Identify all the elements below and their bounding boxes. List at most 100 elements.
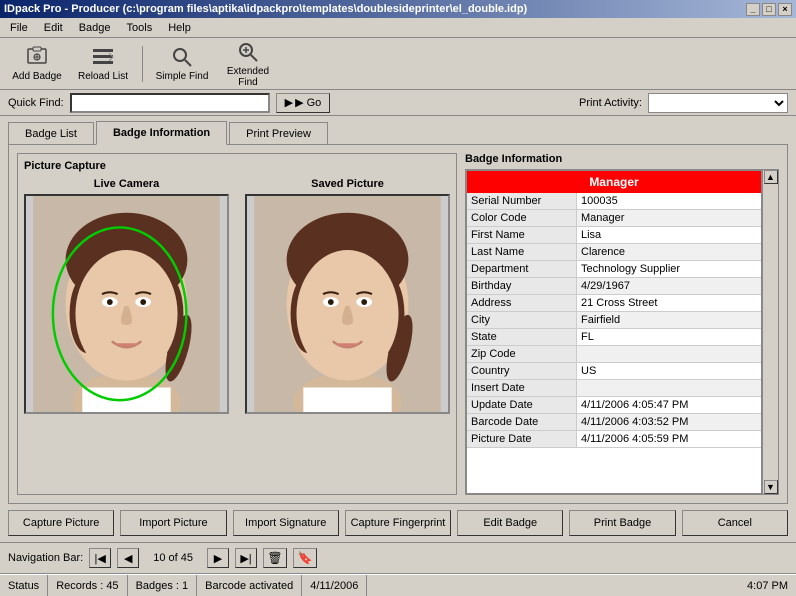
badge-table-row: First Name Lisa	[467, 227, 761, 244]
edit-badge-button[interactable]: Edit Badge	[457, 510, 563, 536]
badge-table-row: City Fairfield	[467, 312, 761, 329]
menu-tools[interactable]: Tools	[121, 20, 159, 36]
quickfind-label: Quick Find:	[8, 97, 64, 109]
status-segment-badges: Badges : 1	[128, 575, 198, 596]
status-segment-records: Records : 45	[48, 575, 127, 596]
badge-cell-label: Department	[467, 261, 577, 277]
nav-bar-label: Navigation Bar:	[8, 552, 83, 564]
badge-cell-label: State	[467, 329, 577, 345]
nav-bookmark-button[interactable]: 🔖	[293, 548, 317, 568]
menu-badge[interactable]: Badge	[73, 20, 117, 36]
picture-labels: Live Camera Saved Picture	[24, 178, 450, 190]
badge-table-row: Serial Number 100035	[467, 193, 761, 210]
import-picture-button[interactable]: Import Picture	[120, 510, 226, 536]
badge-table-row: Insert Date	[467, 380, 761, 397]
toolbar: Add Badge Reload List Simple Find	[0, 38, 796, 90]
maximize-button[interactable]: □	[762, 3, 776, 16]
badge-cell-value: FL	[577, 329, 761, 345]
add-badge-button[interactable]: Add Badge	[8, 42, 66, 86]
tab-badge-information[interactable]: Badge Information	[96, 121, 227, 145]
main-content: Picture Capture Live Camera Saved Pictur…	[8, 144, 788, 504]
extended-find-button[interactable]: Extended Find	[219, 42, 277, 86]
tab-badge-list[interactable]: Badge List	[8, 122, 94, 144]
badge-cell-label: Country	[467, 363, 577, 379]
badge-cell-value: US	[577, 363, 761, 379]
print-activity-select[interactable]	[648, 93, 788, 113]
badge-info-title: Badge Information	[465, 153, 779, 165]
title-bar-text: IDpack Pro - Producer (c:\program files\…	[4, 3, 527, 15]
nav-next-button[interactable]: ▶	[207, 548, 229, 568]
capture-picture-button[interactable]: Capture Picture	[8, 510, 114, 536]
toolbar-separator-1	[142, 46, 143, 82]
nav-bar: Navigation Bar: |◀ ◀ 10 of 45 ▶ ▶| 🗑 🔖	[0, 542, 796, 574]
badge-cell-label: Last Name	[467, 244, 577, 260]
status-segment-date: 4/11/2006	[302, 575, 367, 596]
badge-cell-label: Picture Date	[467, 431, 577, 447]
scroll-up-button[interactable]: ▲	[764, 170, 778, 184]
status-segment-barcode: Barcode activated	[197, 575, 302, 596]
picture-frames	[24, 194, 450, 414]
badge-cell-value: 4/29/1967	[577, 278, 761, 294]
badge-table-row: Last Name Clarence	[467, 244, 761, 261]
quickfind-go-button[interactable]: ▶ ▶ Go	[276, 93, 331, 113]
badge-cell-label: Zip Code	[467, 346, 577, 362]
minimize-button[interactable]: _	[746, 3, 760, 16]
barcode-text: Barcode activated	[205, 580, 293, 592]
simple-find-button[interactable]: Simple Find	[153, 42, 211, 86]
badge-cell-label: Address	[467, 295, 577, 311]
status-segment-status: Status	[0, 575, 48, 596]
menu-file[interactable]: File	[4, 20, 34, 36]
badge-cell-value	[577, 380, 761, 396]
import-signature-button[interactable]: Import Signature	[233, 510, 339, 536]
badge-table-row: State FL	[467, 329, 761, 346]
nav-delete-button[interactable]: 🗑	[263, 548, 287, 568]
nav-prev-button[interactable]: ◀	[117, 548, 139, 568]
badge-cell-value: Technology Supplier	[577, 261, 761, 277]
print-badge-button[interactable]: Print Badge	[569, 510, 675, 536]
badge-cell-value: Clarence	[577, 244, 761, 260]
status-bar: Status Records : 45 Badges : 1 Barcode a…	[0, 574, 796, 596]
picture-capture-title: Picture Capture	[24, 160, 450, 172]
time-text: 4:07 PM	[747, 580, 788, 592]
badge-cell-label: Barcode Date	[467, 414, 577, 430]
saved-picture-label: Saved Picture	[245, 178, 450, 190]
badge-scrollbar[interactable]: ▲ ▼	[762, 170, 778, 494]
menu-help[interactable]: Help	[162, 20, 197, 36]
date-text: 4/11/2006	[310, 580, 358, 592]
badge-cell-label: Update Date	[467, 397, 577, 413]
badge-cell-value: Manager	[577, 210, 761, 226]
saved-picture-frame	[245, 194, 450, 414]
records-text: Records : 45	[56, 580, 118, 592]
close-button[interactable]: ×	[778, 3, 792, 16]
nav-last-button[interactable]: ▶|	[235, 548, 257, 568]
menu-edit[interactable]: Edit	[38, 20, 69, 36]
capture-fingerprint-button[interactable]: Capture Fingerprint	[345, 510, 451, 536]
badge-table-row: Color Code Manager	[467, 210, 761, 227]
badge-cell-value	[577, 346, 761, 362]
tab-print-preview[interactable]: Print Preview	[229, 122, 328, 144]
badge-cell-value: 4/11/2006 4:03:52 PM	[577, 414, 761, 430]
scroll-down-button[interactable]: ▼	[764, 480, 778, 494]
quickfind-input[interactable]	[70, 93, 270, 113]
badge-cell-label: Color Code	[467, 210, 577, 226]
badge-table-row: Barcode Date 4/11/2006 4:03:52 PM	[467, 414, 761, 431]
status-segment-time: 4:07 PM	[739, 575, 796, 596]
print-activity-label: Print Activity:	[579, 97, 642, 109]
badge-cell-value: Fairfield	[577, 312, 761, 328]
badge-table-row: Zip Code	[467, 346, 761, 363]
badge-cell-label: Insert Date	[467, 380, 577, 396]
live-camera-label: Live Camera	[24, 178, 229, 190]
badge-cell-label: City	[467, 312, 577, 328]
nav-first-button[interactable]: |◀	[89, 548, 111, 568]
cancel-button[interactable]: Cancel	[682, 510, 788, 536]
badge-info-table: Manager Serial Number 100035 Color Code …	[466, 170, 762, 494]
reload-list-button[interactable]: Reload List	[74, 42, 132, 86]
badge-table-row: Update Date 4/11/2006 4:05:47 PM	[467, 397, 761, 414]
badge-rows: Serial Number 100035 Color Code Manager …	[467, 193, 761, 448]
badge-cell-label: Serial Number	[467, 193, 577, 209]
simple-find-icon	[170, 45, 194, 69]
badge-table-row: Address 21 Cross Street	[467, 295, 761, 312]
badge-cell-value: 100035	[577, 193, 761, 209]
badge-cell-value: 4/11/2006 4:05:47 PM	[577, 397, 761, 413]
badge-table-row: Picture Date 4/11/2006 4:05:59 PM	[467, 431, 761, 448]
